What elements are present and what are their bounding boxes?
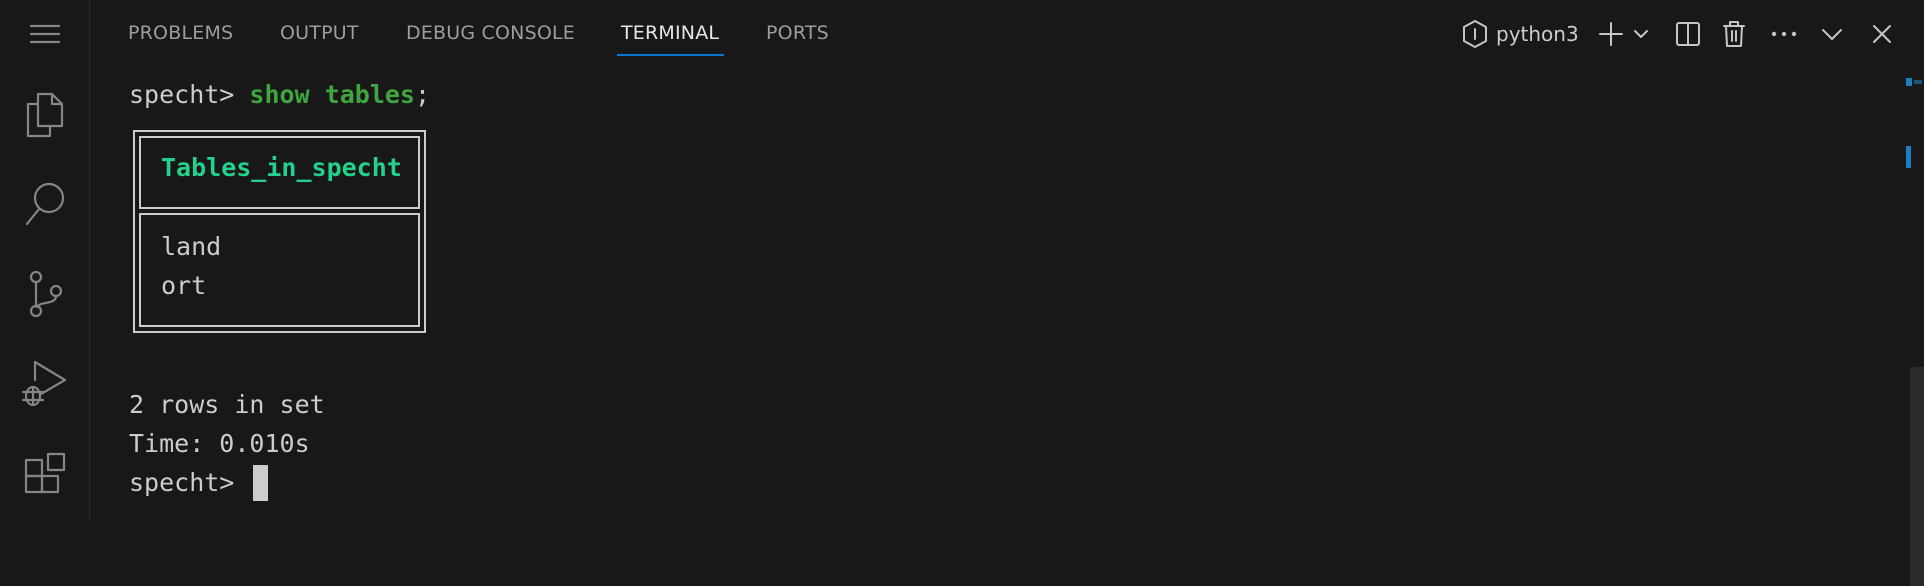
explorer-icon[interactable] [0, 86, 89, 142]
table-header-box: Tables_in_specht [139, 136, 420, 209]
overview-ruler-mark [1906, 146, 1911, 168]
maximize-panel-chevron-icon[interactable] [1816, 18, 1848, 50]
new-terminal-icon[interactable] [1596, 18, 1626, 50]
table-row: land [161, 232, 222, 261]
tab-terminal[interactable]: TERMINAL [621, 22, 719, 44]
python-profile-icon [1463, 20, 1487, 48]
terminal-scrollbar[interactable] [1910, 67, 1924, 586]
final-prompt-line: specht> [129, 465, 269, 501]
table-header: Tables_in_specht [161, 153, 402, 182]
command-text: show tables [249, 80, 415, 109]
query-time: Time: 0.010s [129, 429, 310, 458]
search-icon[interactable] [0, 176, 89, 232]
tab-problems[interactable]: PROBLEMS [128, 22, 233, 44]
prompt: specht> [129, 80, 250, 109]
run-debug-icon[interactable] [0, 354, 89, 414]
tab-output[interactable]: OUTPUT [280, 22, 359, 44]
command-line: specht> show tables; [129, 77, 430, 113]
source-control-icon[interactable] [0, 264, 89, 324]
overview-ruler-mark [1906, 78, 1912, 86]
activity-bar [0, 0, 90, 519]
result-table: Tables_in_specht land ort [133, 130, 426, 333]
split-terminal-icon[interactable] [1672, 18, 1704, 50]
scrollbar-thumb[interactable] [1910, 367, 1924, 586]
extensions-icon[interactable] [0, 446, 89, 502]
active-tab-indicator [617, 54, 724, 56]
more-actions-icon[interactable] [1766, 18, 1802, 50]
chevron-down-icon[interactable] [1630, 18, 1652, 50]
table-body-box: land ort [139, 213, 420, 327]
close-icon[interactable] [1866, 18, 1898, 50]
prompt: specht> [129, 468, 250, 497]
overview-ruler-mark [1914, 80, 1922, 84]
terminal-cursor [253, 465, 269, 501]
table-row: ort [161, 271, 207, 300]
trash-icon[interactable] [1718, 18, 1750, 50]
terminal-profile-label: python3 [1496, 22, 1579, 46]
command-terminator: ; [415, 80, 431, 109]
tab-debug-console[interactable]: DEBUG CONSOLE [406, 22, 575, 44]
row-count-summary: 2 rows in set [129, 390, 325, 419]
terminal-profile-button[interactable]: python3 [1462, 18, 1579, 50]
menu-icon[interactable] [0, 14, 89, 54]
tab-ports[interactable]: PORTS [766, 22, 829, 44]
terminal-output[interactable]: specht> show tables; Tables_in_specht la… [129, 75, 1864, 519]
